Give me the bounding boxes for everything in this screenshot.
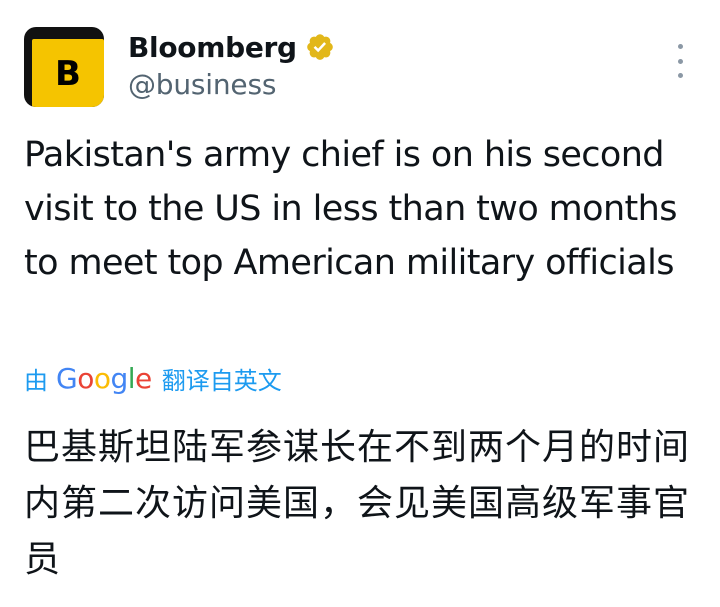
- translated-text: 巴基斯坦陆军参谋长在不到两个月的时间内第二次访问美国，会见美国高级军事官员: [24, 427, 691, 580]
- more-dot: [677, 44, 683, 49]
- tweet-card: B Bloomberg @business Pakistan's army ch…: [0, 0, 720, 607]
- translate-action-label: 翻译自英文: [161, 366, 282, 395]
- more-vertical-icon[interactable]: [668, 44, 692, 78]
- avatar-letter: B: [55, 54, 81, 94]
- author-avatar[interactable]: B: [24, 27, 104, 107]
- author-display-name[interactable]: Bloomberg: [128, 31, 297, 64]
- avatar-yellow-tile: B: [32, 39, 104, 107]
- google-logo: Google: [56, 361, 152, 395]
- translate-by-label: 由: [24, 366, 48, 395]
- more-dot: [677, 58, 683, 64]
- author-handle[interactable]: @business: [128, 68, 276, 101]
- more-dot: [677, 73, 683, 78]
- verified-badge-icon[interactable]: [305, 32, 335, 62]
- tweet-text: Pakistan's army chief is on his second v…: [24, 135, 678, 283]
- author-name-row: Bloomberg: [128, 27, 335, 67]
- translate-link[interactable]: 由 Google 翻译自英文: [24, 357, 282, 399]
